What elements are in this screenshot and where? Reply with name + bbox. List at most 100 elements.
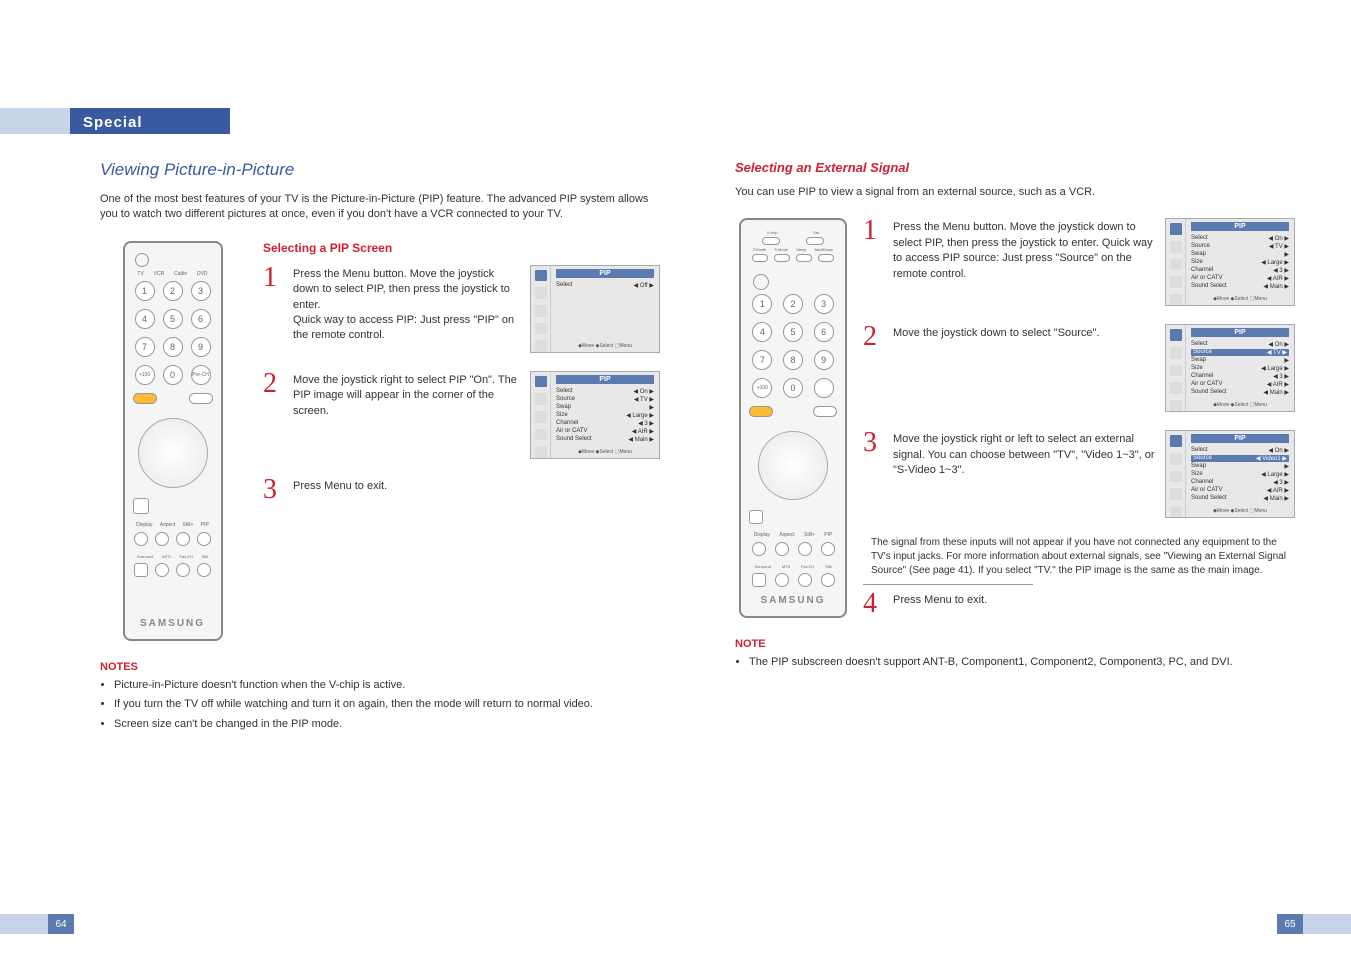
- step-number: 3: [863, 430, 885, 478]
- step-number: 2: [263, 371, 285, 419]
- num-3-btn: 3: [814, 294, 834, 314]
- num-0-btn: 0: [163, 365, 183, 385]
- osd-footer: ◆Move ◆Select ⬚Menu: [556, 343, 654, 349]
- mts-btn: [155, 563, 169, 577]
- mute-btn: [133, 498, 149, 514]
- osd-label: Select: [556, 282, 573, 289]
- header-accent-bar: [0, 108, 70, 134]
- left-intro: One of the most best features of your TV…: [100, 192, 660, 223]
- menu-btn: [133, 393, 157, 404]
- remote-brand: SAMSUNG: [140, 618, 205, 629]
- still2-btn: [821, 573, 835, 587]
- step3-extra-note: The signal from these inputs will not ap…: [863, 536, 1295, 578]
- right-main-title: Selecting an External Signal: [735, 160, 1295, 175]
- step-text: Move the joystick right to select PIP "O…: [293, 371, 520, 419]
- step-number: 4: [863, 591, 885, 616]
- page-number-left: 64: [48, 914, 74, 934]
- remote-brand: SAMSUNG: [760, 595, 825, 606]
- note-item: If you turn the TV off while watching an…: [114, 696, 660, 713]
- num-8-btn: 8: [163, 337, 183, 357]
- display-btn: [134, 532, 148, 546]
- right-page: Selecting an External Signal You can use…: [735, 160, 1295, 674]
- osd-screenshot-r2: PIP Select◀ On ▶Source◀ TV ▶Swap▶Size◀ L…: [1165, 324, 1295, 412]
- surround-btn: [752, 573, 766, 587]
- osd-value: Off: [640, 283, 648, 289]
- dpad: [758, 431, 828, 500]
- note-item: Picture-in-Picture doesn't function when…: [114, 677, 660, 694]
- num-1-btn: 1: [752, 294, 772, 314]
- still-btn: [176, 532, 190, 546]
- aspect-btn: [775, 542, 789, 556]
- num-7-btn: 7: [135, 337, 155, 357]
- step-text: Move the joystick down to select "Source…: [893, 324, 1155, 349]
- note-list: The PIP subscreen doesn't support ANT-B,…: [735, 654, 1295, 671]
- num-5-btn: 5: [783, 322, 803, 342]
- num-9-btn: 9: [191, 337, 211, 357]
- power-icon: [753, 274, 769, 290]
- page-bar-right: [1303, 914, 1351, 934]
- num-9-btn: 9: [814, 350, 834, 370]
- aspect-btn: [155, 532, 169, 546]
- plus100-btn: +100: [752, 378, 772, 398]
- display-btn: [752, 542, 766, 556]
- osd-footer: ◆Move ◆Select ⬚Menu: [1191, 402, 1289, 408]
- right-intro: You can use PIP to view a signal from an…: [735, 185, 1295, 200]
- osd-screenshot-r1: PIP Select◀ On ▶Source◀ TV ▶Swap▶Size◀ L…: [1165, 218, 1295, 306]
- osd-title: PIP: [1191, 222, 1289, 231]
- notes-header: NOTES: [100, 661, 660, 673]
- num-4-btn: 4: [752, 322, 772, 342]
- osd-screenshot-1: PIP Select◀ Off ▶ ◆Move ◆Select ⬚Menu: [530, 265, 660, 353]
- num-0-btn: 0: [783, 378, 803, 398]
- num-6-btn: 6: [814, 322, 834, 342]
- num-3-btn: 3: [191, 281, 211, 301]
- notes-list: Picture-in-Picture doesn't function when…: [100, 677, 660, 733]
- plus100-btn: +100: [135, 365, 155, 385]
- menu-btn: [749, 406, 773, 417]
- step-text: Move the joystick right or left to selec…: [893, 430, 1155, 478]
- left-subheading: Selecting a PIP Screen: [263, 241, 660, 255]
- divider: [863, 584, 1033, 585]
- num-2-btn: 2: [163, 281, 183, 301]
- step-number: 3: [263, 477, 285, 502]
- num-7-btn: 7: [752, 350, 772, 370]
- note-item: Screen size can't be changed in the PIP …: [114, 716, 660, 733]
- still-btn: [798, 542, 812, 556]
- step-number: 1: [863, 218, 885, 282]
- osd-title: PIP: [556, 375, 654, 384]
- surround-btn: [134, 563, 148, 577]
- osd-screenshot-r3: PIP Select◀ On ▶Source◀ Video1 ▶Swap▶Siz…: [1165, 430, 1295, 518]
- note-header: NOTE: [735, 638, 1295, 650]
- favch-btn: [798, 573, 812, 587]
- osd-title: PIP: [1191, 434, 1289, 443]
- step-text: Press the Menu button. Move the joystick…: [293, 265, 520, 344]
- note-item: The PIP subscreen doesn't support ANT-B,…: [749, 654, 1295, 671]
- osd-title: PIP: [556, 269, 654, 278]
- step-text: Press Menu to exit.: [293, 477, 660, 502]
- remote-illustration-right: V.chipSet P.ModeS.ModeSleepAdd/Erase 123…: [735, 218, 851, 618]
- step-number: 1: [263, 265, 285, 344]
- left-page: Viewing Picture-in-Picture One of the mo…: [100, 160, 660, 735]
- page-number-right: 65: [1277, 914, 1303, 934]
- osd-footer: ◆Move ◆Select ⬚Menu: [556, 449, 654, 455]
- num-6-btn: 6: [191, 309, 211, 329]
- left-main-title: Viewing Picture-in-Picture: [100, 160, 660, 180]
- tvvideo-btn: [189, 393, 213, 404]
- osd-footer: ◆Move ◆Select ⬚Menu: [1191, 508, 1289, 514]
- osd-title: PIP: [1191, 328, 1289, 337]
- remote-illustration-left: TVVCRCableDVD 123 456 789 +1000Pre-CH Di…: [100, 241, 245, 641]
- pip-btn: [821, 542, 835, 556]
- osd-screenshot-2: PIP Select◀ On ▶Source◀ TV ▶Swap▶Size◀ L…: [530, 371, 660, 459]
- step-number: 2: [863, 324, 885, 349]
- step-text: Press the Menu button. Move the joystick…: [893, 218, 1155, 282]
- tvvideo-btn: [813, 406, 837, 417]
- mts-btn: [775, 573, 789, 587]
- page-bar-left: [0, 914, 48, 934]
- prech-btn: [814, 378, 834, 398]
- dpad: [138, 418, 208, 488]
- num-8-btn: 8: [783, 350, 803, 370]
- power-icon: [135, 253, 149, 267]
- num-5-btn: 5: [163, 309, 183, 329]
- pip-btn: [197, 532, 211, 546]
- section-title: Special Features: [70, 108, 230, 134]
- osd-footer: ◆Move ◆Select ⬚Menu: [1191, 296, 1289, 302]
